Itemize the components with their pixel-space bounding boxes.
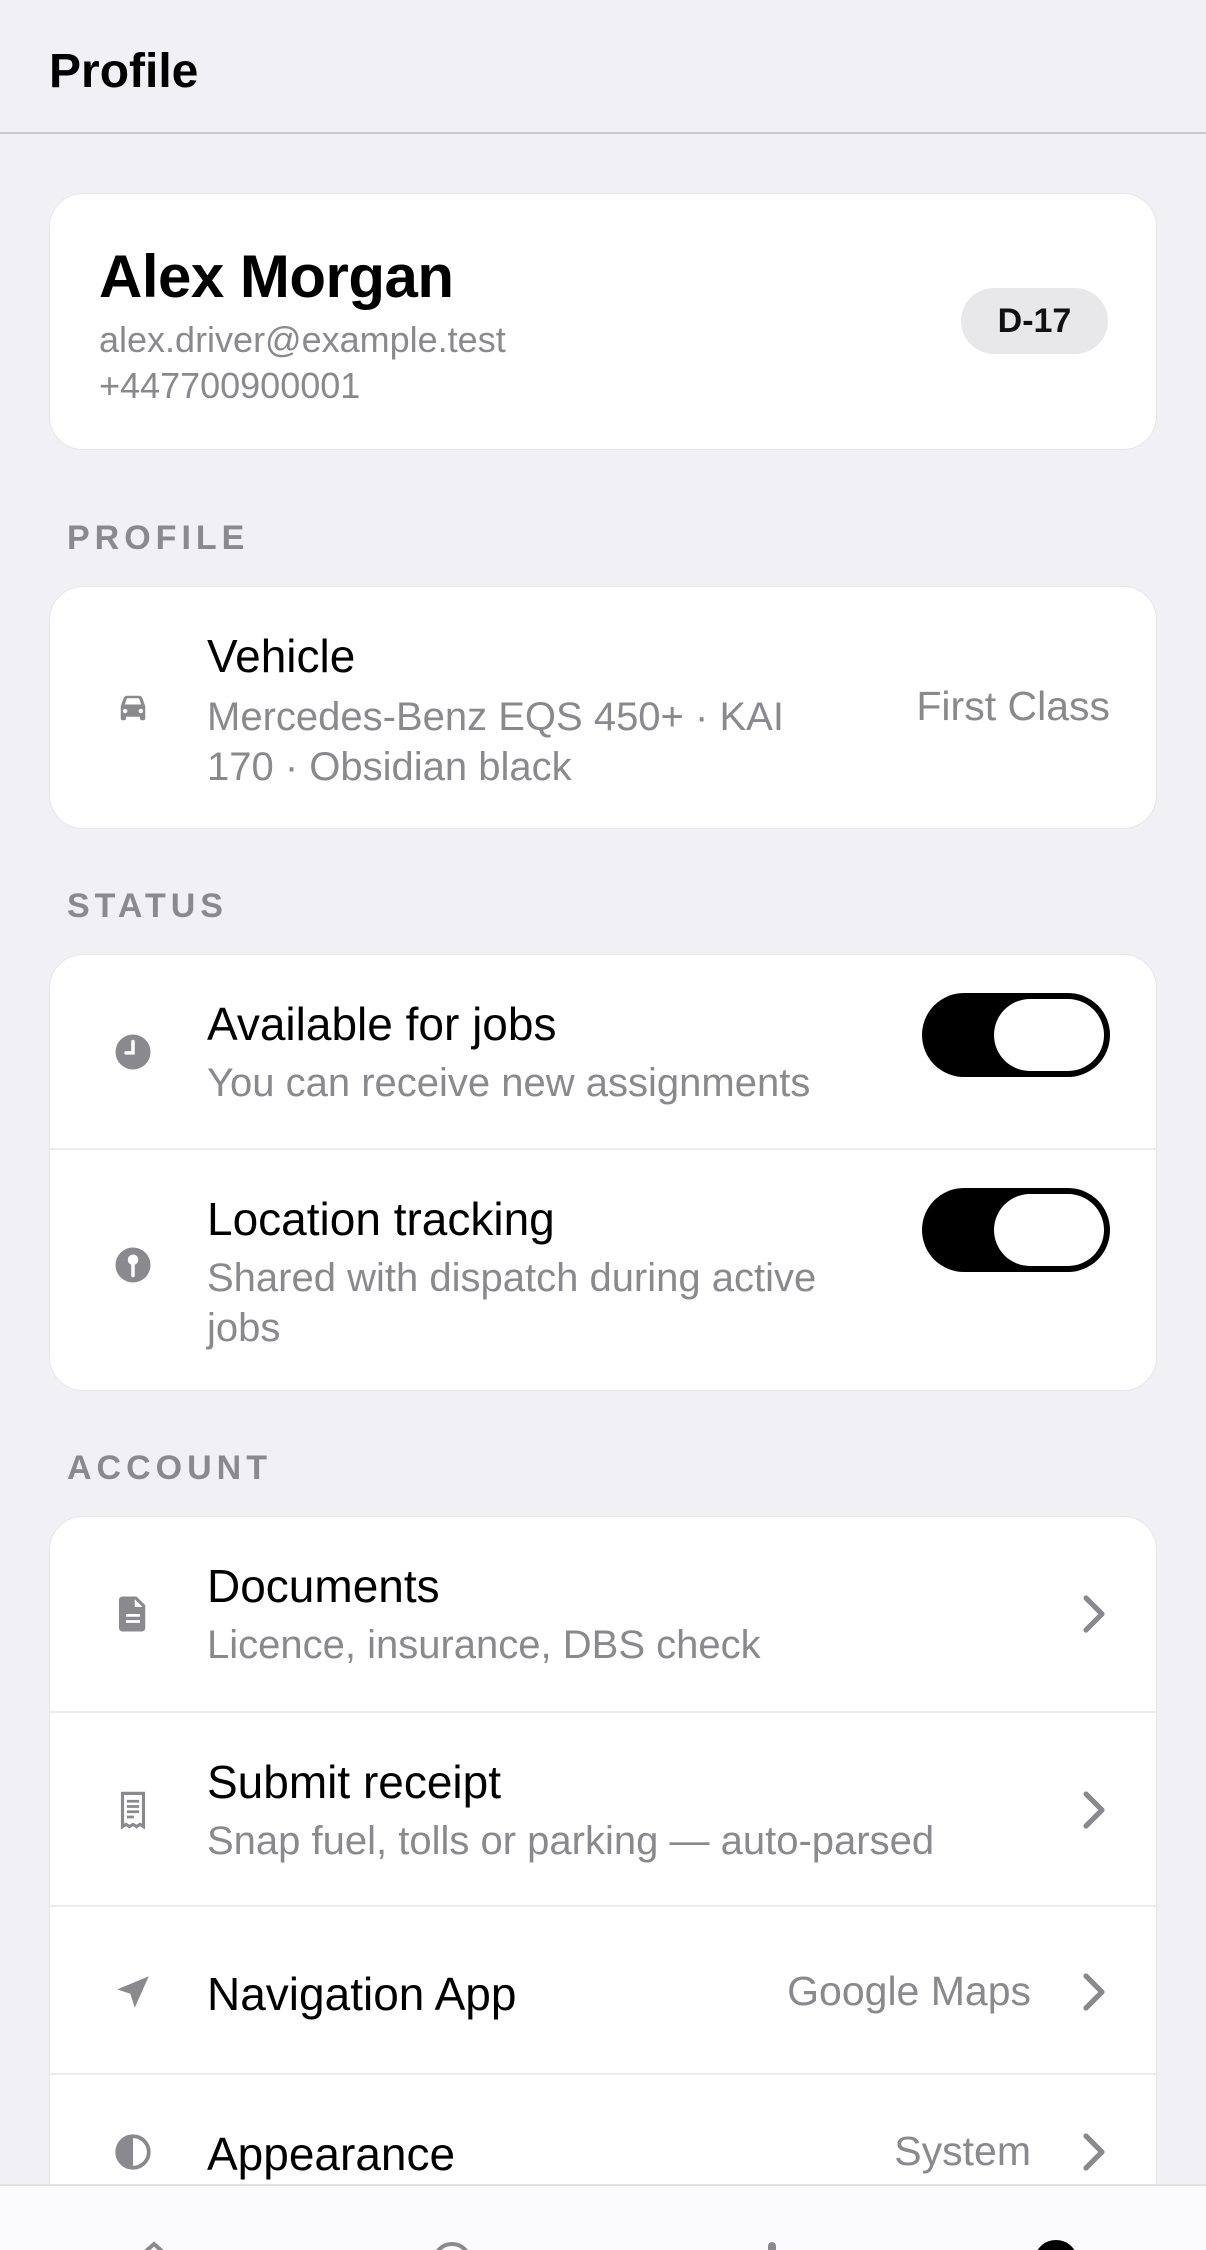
section-label-account: ACCOUNT (67, 1449, 272, 1487)
chevron-right-icon (1083, 1973, 1105, 2011)
documents-title: Documents (207, 1560, 440, 1612)
appearance-icon (115, 2134, 151, 2170)
earnings-icon[interactable] (748, 2238, 796, 2250)
location-subtitle-line1: Shared with dispatch during active (207, 1256, 817, 1300)
profile-card: Alex Morgan alex.driver@example.test +44… (49, 193, 1157, 450)
page-title: Profile (49, 45, 199, 98)
navigation-app-title: Navigation App (207, 1968, 517, 2020)
available-subtitle: You can receive new assignments (207, 1061, 811, 1105)
home-icon[interactable] (130, 2238, 178, 2250)
location-subtitle-line2: jobs (207, 1306, 281, 1350)
car-icon (120, 695, 146, 721)
vehicle-title: Vehicle (207, 630, 356, 682)
history-icon[interactable] (428, 2238, 476, 2250)
toggle-knob (994, 1194, 1104, 1266)
account-card: Documents Licence, insurance, DBS check … (49, 1516, 1157, 2236)
submit-receipt-title: Submit receipt (207, 1756, 502, 1808)
tab-bar (0, 2184, 1206, 2250)
top-bar: Profile (0, 0, 1206, 134)
toggle-knob (994, 999, 1104, 1071)
location-pin-icon (115, 1247, 151, 1283)
available-title: Available for jobs (207, 998, 557, 1050)
submit-receipt-row[interactable]: Submit receipt Snap fuel, tolls or parki… (50, 1711, 1156, 1905)
section-label-status: STATUS (67, 887, 228, 925)
submit-receipt-subtitle: Snap fuel, tolls or parking — auto-parse… (207, 1819, 935, 1863)
vehicle-details-line1: Mercedes-Benz EQS 450+ · KAI (207, 695, 784, 739)
receipt-icon (120, 1791, 146, 1830)
chevron-right-icon (1083, 2133, 1105, 2171)
navigation-app-row[interactable]: Navigation App Google Maps (50, 1905, 1156, 2073)
vehicle-card: Vehicle Mercedes-Benz EQS 450+ · KAI 170… (49, 586, 1157, 829)
location-title: Location tracking (207, 1193, 555, 1245)
document-icon (119, 1596, 146, 1632)
vehicle-class: First Class (916, 683, 1110, 729)
driver-name: Alex Morgan (99, 243, 454, 310)
available-toggle[interactable] (922, 993, 1110, 1077)
vehicle-details-line2: 170 · Obsidian black (207, 745, 572, 789)
location-row: Location tracking Shared with dispatch d… (50, 1148, 1156, 1390)
appearance-title: Appearance (207, 2128, 456, 2180)
location-toggle[interactable] (922, 1188, 1110, 1272)
driver-phone: +447700900001 (99, 365, 361, 406)
driver-id-badge: D-17 (961, 288, 1108, 354)
profile-icon[interactable] (1032, 2238, 1080, 2250)
documents-row[interactable]: Documents Licence, insurance, DBS check (50, 1517, 1156, 1711)
chevron-right-icon (1083, 1595, 1105, 1633)
navigation-app-value: Google Maps (787, 1968, 1031, 2014)
available-row: Available for jobs You can receive new a… (50, 955, 1156, 1148)
clock-icon (115, 1034, 151, 1070)
documents-subtitle: Licence, insurance, DBS check (207, 1623, 761, 1667)
appearance-value: System (894, 2128, 1031, 2174)
section-label-profile: PROFILE (67, 519, 250, 557)
driver-email: alex.driver@example.test (99, 319, 506, 360)
vehicle-row[interactable]: Vehicle Mercedes-Benz EQS 450+ · KAI 170… (50, 587, 1156, 828)
navigation-arrow-icon (117, 1976, 149, 2008)
status-card: Available for jobs You can receive new a… (49, 954, 1157, 1391)
chevron-right-icon (1083, 1791, 1105, 1829)
